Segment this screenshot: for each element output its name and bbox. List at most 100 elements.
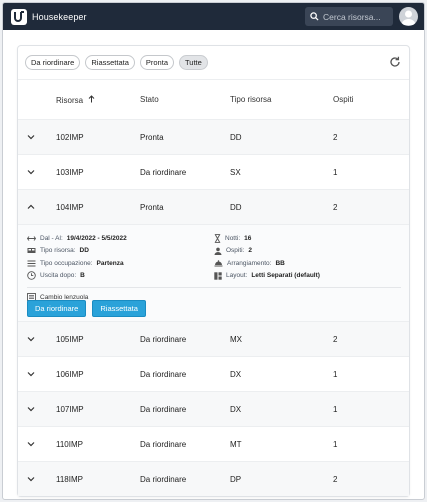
chevron-down-icon[interactable] [27,406,35,412]
column-header-ospiti[interactable]: Ospiti [333,95,409,104]
detail-layout: Layout: Letti Separati (default) [214,270,401,283]
filter-chip-pronta[interactable]: Pronta [139,55,174,70]
detail-tipo-risorsa: Tipo risorsa: DD [27,245,214,258]
chevron-down-icon[interactable] [27,134,35,140]
detail-arrangiamento: Arrangiamento: BB [214,257,401,270]
detail-label: Arrangiamento: [227,259,272,267]
detail-value: 2 [248,247,253,255]
cell-ospiti: 2 [333,132,338,142]
cell-stato: Pronta [140,202,164,212]
search-input[interactable] [323,11,393,22]
cell-risorsa: 118IMP [56,474,83,484]
search-icon [310,12,319,21]
table-row[interactable]: 105IMP Da riordinare MX 2 [18,321,409,356]
layout-icon [214,272,222,280]
chevron-down-icon[interactable] [27,476,35,482]
cell-tipo-risorsa: DX [230,369,242,379]
cell-stato: Da riordinare [140,369,187,379]
app-title: Housekeeper [32,11,87,22]
date-range-icon [27,235,36,241]
room-service-icon [214,260,223,267]
detail-value: 19/4/2022 - 5/5/2022 [66,234,127,242]
cell-ospiti: 2 [333,202,338,212]
detail-value: B [80,272,85,280]
status-filter-bar: Da riordinare Riassettata Pronta Tutte [18,46,409,79]
cell-stato: Pronta [140,132,164,142]
table-row[interactable]: 118IMP Da riordinare DP 2 [18,461,409,496]
cell-tipo-risorsa: SX [230,167,241,177]
detail-value: 16 [244,234,252,242]
cell-risorsa: 110IMP [56,439,83,449]
chevron-down-icon[interactable] [27,169,35,175]
cell-tipo-risorsa: DD [230,132,242,142]
cell-ospiti: 2 [333,334,338,344]
app-logo-icon [11,8,27,25]
cell-stato: Da riordinare [140,334,187,344]
sort-ascending-icon [89,94,95,102]
list-icon [27,260,36,267]
chevron-down-icon[interactable] [27,441,35,447]
cell-risorsa: 107IMP [56,404,84,414]
cell-tipo-risorsa: DP [230,474,242,484]
cell-tipo-risorsa: DX [230,404,242,414]
details-divider [27,287,401,288]
filter-chip-da-riordinare[interactable]: Da riordinare [25,55,81,70]
cell-tipo-risorsa: DD [230,202,242,212]
detail-value: Letti Separati (default) [251,272,320,280]
table-row[interactable]: 103IMP Da riordinare SX 1 [18,154,409,189]
column-header-label: Risorsa [56,95,84,105]
hourglass-icon [214,233,221,243]
detail-label: Tipo risorsa: [40,247,76,255]
detail-value: Partenza [96,259,124,267]
cell-stato: Da riordinare [140,474,187,484]
da-riordinare-button[interactable]: Da riordinare [27,300,87,317]
chevron-down-icon[interactable] [27,336,35,342]
chevron-up-icon[interactable] [27,204,35,210]
cell-ospiti: 1 [333,439,338,449]
detail-dates: Dal - Al: 19/4/2022 - 5/5/2022 [27,232,214,245]
table-row-expanded[interactable]: 104IMP Pronta DD 2 [18,189,409,224]
table-row[interactable]: 107IMP Da riordinare DX 1 [18,391,409,426]
detail-value: BB [275,259,285,267]
refresh-icon[interactable] [389,56,401,68]
detail-uscita-dopo: Uscita dopo: B [27,270,214,283]
cell-risorsa: 103IMP [56,167,84,177]
detail-label: Tipo occupazione: [40,259,93,267]
detail-label: Ospiti: [226,247,245,255]
column-header-tipo-risorsa[interactable]: Tipo risorsa [230,95,333,104]
cell-risorsa: 104IMP [56,202,84,212]
cell-ospiti: 1 [333,167,338,177]
filter-chip-riassettata[interactable]: Riassettata [85,55,135,70]
detail-value: DD [79,247,89,255]
detail-label: Notti: [225,234,241,242]
table-header: Risorsa Stato Tipo risorsa Ospiti [18,79,409,119]
cell-stato: Da riordinare [140,439,187,449]
chevron-down-icon[interactable] [27,371,35,377]
cell-ospiti: 1 [333,404,338,414]
top-bar: Housekeeper [3,3,424,30]
cell-ospiti: 1 [333,369,338,379]
cell-stato: Da riordinare [140,404,187,414]
cell-tipo-risorsa: MT [230,439,242,449]
cell-risorsa: 106IMP [56,369,84,379]
bed-icon [27,248,36,254]
app-window: Housekeeper Da riordinare Riassettata Pr… [2,2,425,500]
table-row[interactable]: 110IMP Da riordinare MT 1 [18,426,409,461]
avatar[interactable] [399,7,418,26]
row-details-panel: Dal - Al: 19/4/2022 - 5/5/2022 Tipo riso… [18,224,409,321]
filter-chip-tutte[interactable]: Tutte [179,55,208,70]
column-header-stato[interactable]: Stato [140,95,230,104]
cell-stato: Da riordinare [140,167,187,177]
cell-tipo-risorsa: MX [230,334,242,344]
table-row[interactable]: 106IMP Da riordinare DX 1 [18,356,409,391]
riassettata-button[interactable]: Riassettata [92,300,146,317]
detail-label: Layout: [226,272,248,280]
table-row[interactable]: 102IMP Pronta DD 2 [18,119,409,154]
detail-label: Uscita dopo: [40,272,77,280]
clock-icon [27,271,36,280]
search-box[interactable] [305,7,393,26]
column-header-risorsa[interactable]: Risorsa [56,94,140,105]
detail-tipo-occupazione: Tipo occupazione: Partenza [27,257,214,270]
cell-ospiti: 2 [333,474,338,484]
detail-notti: Notti: 16 [214,232,401,245]
